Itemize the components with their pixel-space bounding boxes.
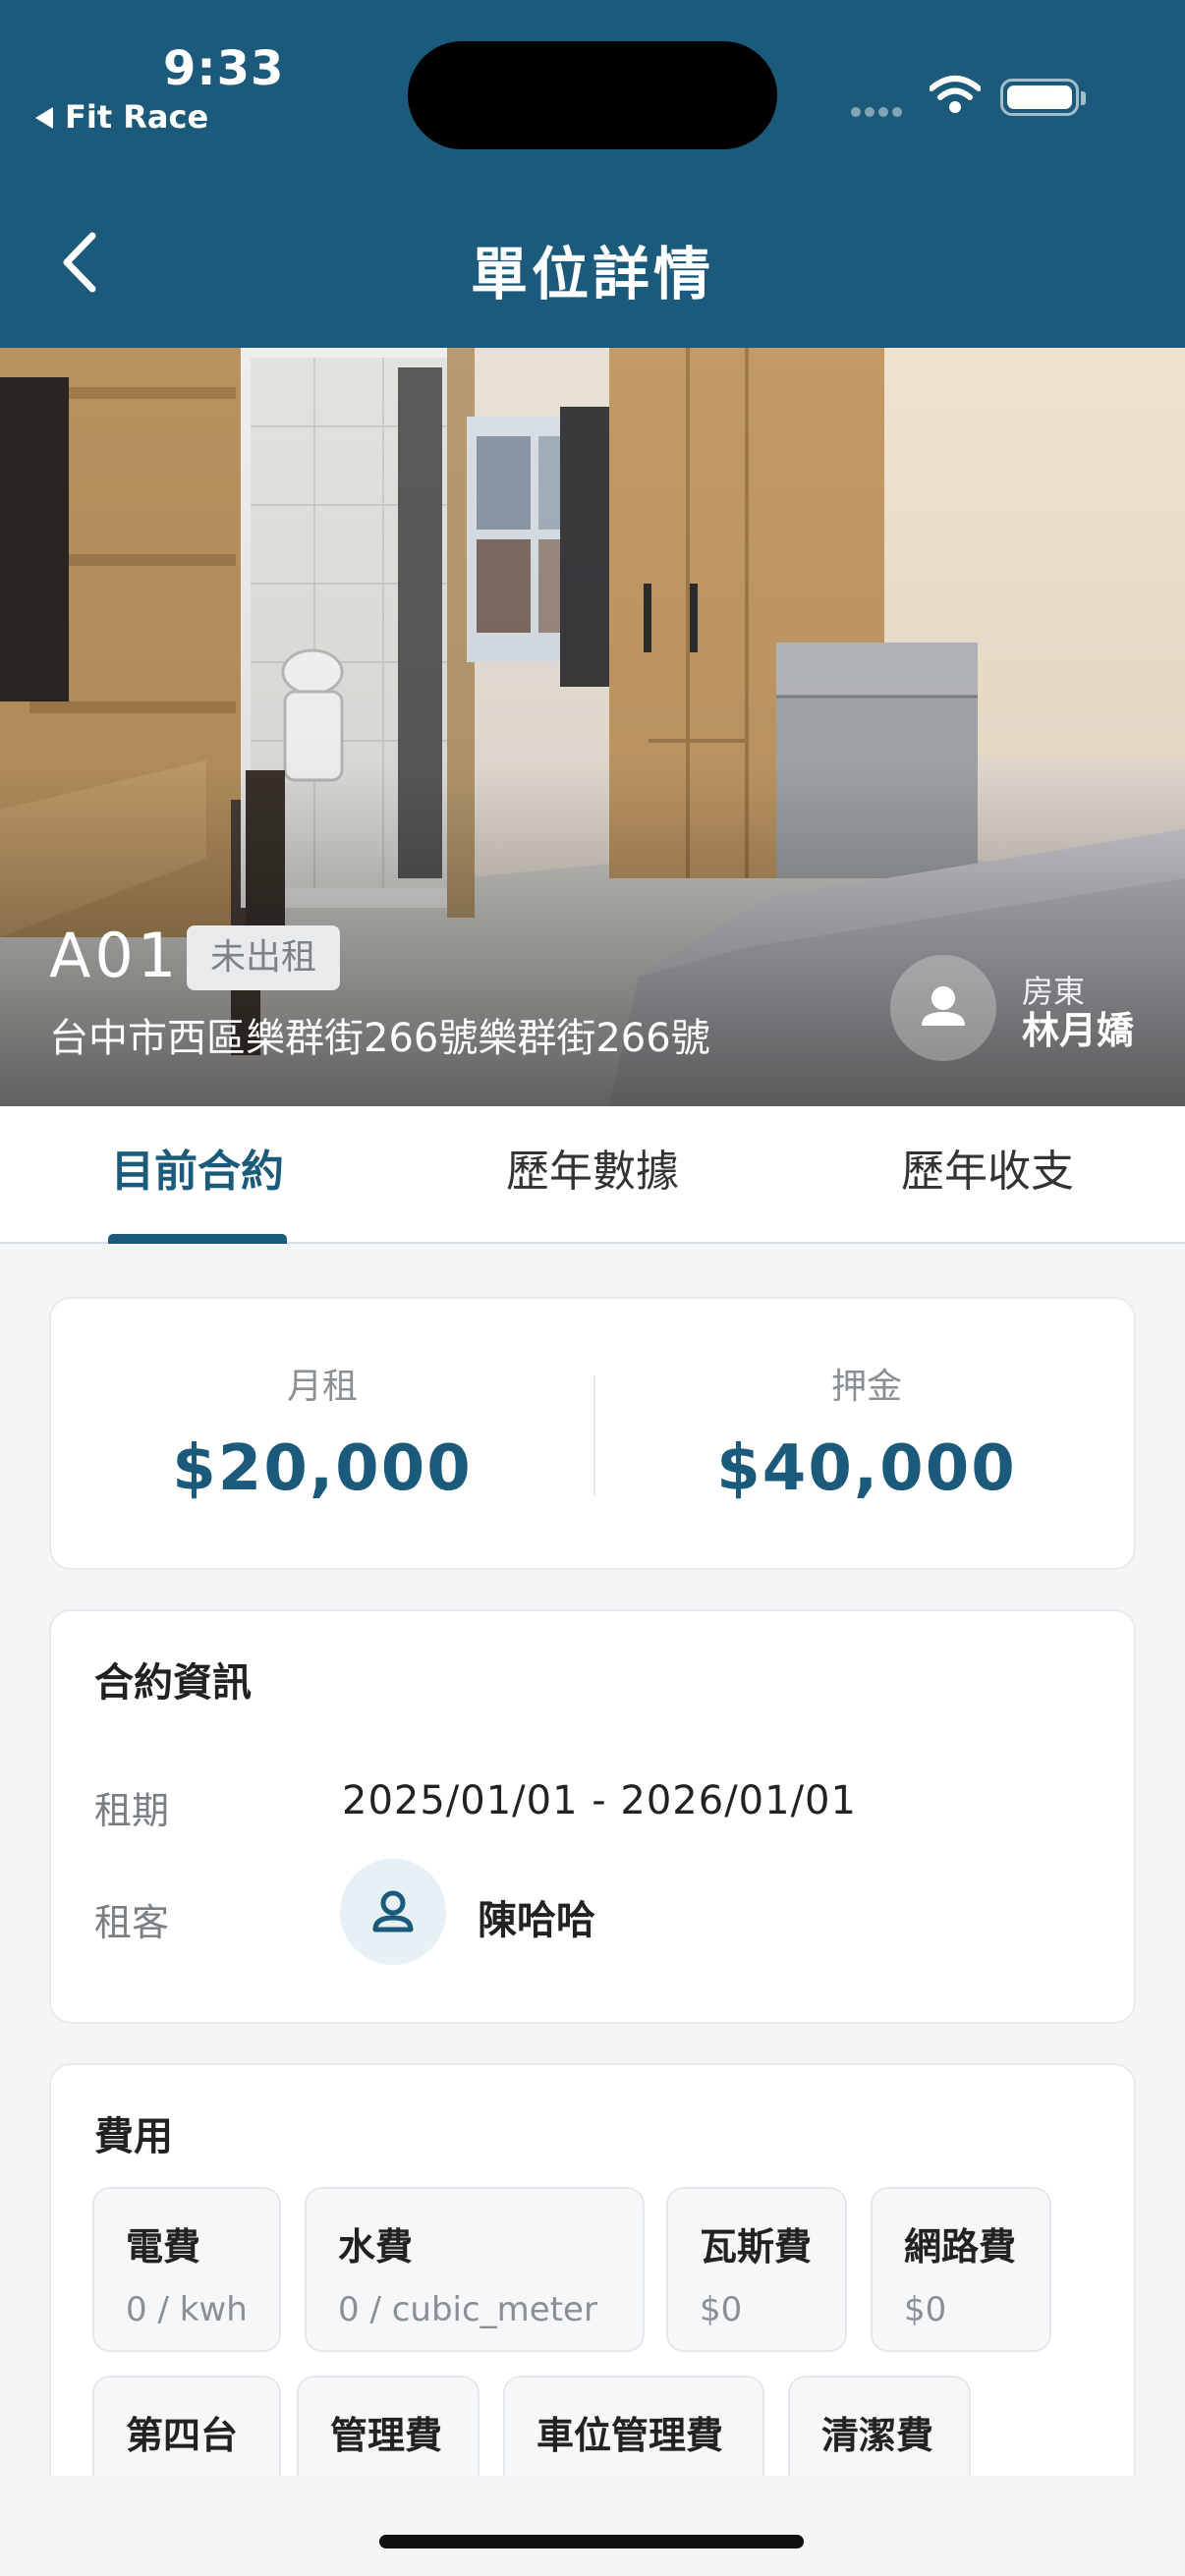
fee-name: 水費 bbox=[338, 2225, 414, 2268]
fee-value: 0 / cubic_meter bbox=[338, 2290, 597, 2329]
unit-address: 台中市西區樂群街266號樂群街266號 bbox=[49, 1016, 710, 1061]
cellular-signal-icon bbox=[851, 102, 906, 121]
deposit-label: 押金 bbox=[830, 1367, 902, 1407]
fee-value: $0 bbox=[700, 2290, 743, 2329]
deposit: 押金 $40,000 bbox=[595, 1299, 1138, 1572]
fee-name: 清潔費 bbox=[821, 2414, 934, 2457]
fee-name: 網路費 bbox=[904, 2225, 1017, 2268]
contract-info-title: 合約資訊 bbox=[94, 1660, 252, 1706]
dynamic-island bbox=[408, 41, 777, 149]
fee-internet[interactable]: 網路費 $0 bbox=[871, 2187, 1051, 2352]
tab-bar: 目前合約 歷年數據 歷年收支 bbox=[0, 1106, 1185, 1244]
fee-gas[interactable]: 瓦斯費 $0 bbox=[666, 2187, 847, 2352]
battery-icon bbox=[1000, 79, 1086, 116]
lease-period-value: 2025/01/01 - 2026/01/01 bbox=[342, 1778, 857, 1823]
unit-photo: A01 未出租 台中市西區樂群街266號樂群街266號 房東 林月嬌 bbox=[0, 348, 1185, 1106]
monthly-rent: 月租 $20,000 bbox=[51, 1299, 593, 1572]
person-icon bbox=[922, 986, 965, 1026]
landlord-avatar[interactable] bbox=[890, 955, 996, 1061]
wifi-icon bbox=[930, 76, 981, 113]
tab-yearly-data[interactable]: 歷年數據 bbox=[395, 1106, 790, 1244]
landlord-name: 林月嬌 bbox=[1022, 1009, 1135, 1052]
unit-detail-screen: 9:33 Fit Race 單位詳情 A01 未出租 台中市西區樂群街266號樂… bbox=[0, 0, 1185, 2576]
fee-name: 車位管理費 bbox=[536, 2414, 724, 2457]
fee-electricity[interactable]: 電費 0 / kwh bbox=[92, 2187, 281, 2352]
person-outline-icon bbox=[372, 1890, 414, 1932]
back-app-label: Fit Race bbox=[65, 98, 209, 136]
rent-summary-card: 月租 $20,000 押金 $40,000 bbox=[49, 1297, 1136, 1570]
bottom-safe-area bbox=[0, 2476, 1185, 2576]
fee-name: 電費 bbox=[126, 2225, 201, 2268]
tenant-avatar[interactable] bbox=[340, 1859, 446, 1965]
monthly-rent-value: $20,000 bbox=[172, 1432, 473, 1505]
fee-name: 第四台 bbox=[126, 2414, 239, 2457]
tenant-name[interactable]: 陳哈哈 bbox=[478, 1888, 595, 1945]
room-photo-illustration bbox=[0, 348, 1185, 1106]
header: 9:33 Fit Race 單位詳情 bbox=[0, 0, 1185, 348]
fee-name: 管理費 bbox=[330, 2414, 443, 2457]
tenant-label: 租客 bbox=[94, 1901, 170, 1944]
back-triangle-icon bbox=[35, 107, 53, 129]
active-tab-indicator bbox=[108, 1234, 287, 1244]
deposit-value: $40,000 bbox=[716, 1432, 1017, 1505]
home-indicator[interactable] bbox=[379, 2535, 804, 2548]
fee-water[interactable]: 水費 0 / cubic_meter bbox=[305, 2187, 645, 2352]
status-time: 9:33 bbox=[163, 41, 285, 96]
unit-code: A01 bbox=[49, 920, 181, 991]
fee-value: $0 bbox=[904, 2290, 947, 2329]
page-title: 單位詳情 bbox=[470, 241, 714, 308]
fee-value: 0 / kwh bbox=[126, 2290, 248, 2329]
back-to-app-link[interactable]: Fit Race bbox=[35, 98, 208, 136]
status-badge: 未出租 bbox=[187, 925, 341, 990]
tab-yearly-income-expense[interactable]: 歷年收支 bbox=[790, 1106, 1185, 1244]
contract-info-card: 合約資訊 租期 2025/01/01 - 2026/01/01 租客 陳哈哈 bbox=[49, 1609, 1136, 2024]
lease-period-label: 租期 bbox=[94, 1789, 170, 1832]
monthly-rent-label: 月租 bbox=[286, 1367, 358, 1407]
fees-title: 費用 bbox=[94, 2114, 173, 2159]
tab-current-contract[interactable]: 目前合約 bbox=[0, 1106, 395, 1244]
fee-name: 瓦斯費 bbox=[700, 2225, 813, 2268]
